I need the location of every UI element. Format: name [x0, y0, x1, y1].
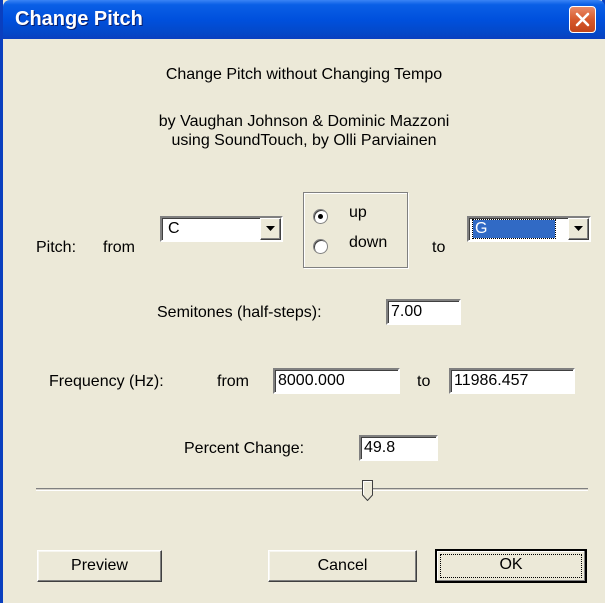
ok-button[interactable]: OK: [435, 549, 587, 583]
pitch-from-value: C: [168, 220, 180, 237]
change-pitch-dialog: Change Pitch Change Pitch without Changi…: [0, 0, 605, 603]
credits-line-2: using SoundTouch, by Olli Parviainen: [171, 132, 437, 149]
description-title: Change Pitch without Changing Tempo: [165, 66, 443, 83]
title-bar[interactable]: Change Pitch: [3, 0, 605, 39]
up-label: up: [349, 204, 367, 221]
pitch-from-dropdown-button[interactable]: [260, 218, 281, 240]
credits-line-1: by Vaughan Johnson & Dominic Mazzoni: [158, 113, 450, 130]
focus-rectangle: [440, 554, 582, 578]
down-label: down: [349, 234, 388, 251]
direction-group: up down: [303, 192, 408, 268]
up-radio[interactable]: [313, 209, 328, 224]
pitch-from-label: from: [103, 239, 135, 256]
frequency-from-input[interactable]: 8000.000: [273, 368, 400, 394]
close-icon: [575, 12, 590, 27]
frequency-to-input[interactable]: 11986.457: [449, 368, 575, 394]
preview-button[interactable]: Preview: [37, 550, 162, 582]
cancel-button[interactable]: Cancel: [268, 550, 417, 582]
chevron-down-icon: [574, 226, 583, 231]
semitones-label: Semitones (half-steps):: [157, 304, 322, 321]
percent-slider-thumb[interactable]: [362, 480, 374, 501]
pitch-to-value: G: [472, 219, 556, 239]
pitch-label: Pitch:: [36, 239, 77, 256]
pitch-to-label: to: [432, 239, 446, 256]
frequency-to-label: to: [417, 373, 431, 390]
frequency-from-label: from: [217, 373, 249, 390]
dialog-content: Change Pitch without Changing Tempo by V…: [3, 39, 605, 603]
window-title: Change Pitch: [15, 8, 143, 30]
pitch-to-dropdown[interactable]: G: [467, 216, 591, 242]
percent-slider-track[interactable]: [36, 488, 588, 491]
pitch-from-dropdown[interactable]: C: [160, 216, 283, 242]
pitch-to-dropdown-button[interactable]: [568, 218, 589, 240]
down-radio[interactable]: [313, 239, 328, 254]
frequency-label: Frequency (Hz):: [49, 373, 164, 390]
close-button[interactable]: [569, 6, 596, 33]
percent-change-input[interactable]: 49.8: [359, 435, 438, 461]
percent-change-label: Percent Change:: [184, 440, 305, 457]
chevron-down-icon: [266, 226, 275, 231]
semitones-input[interactable]: 7.00: [386, 299, 461, 325]
